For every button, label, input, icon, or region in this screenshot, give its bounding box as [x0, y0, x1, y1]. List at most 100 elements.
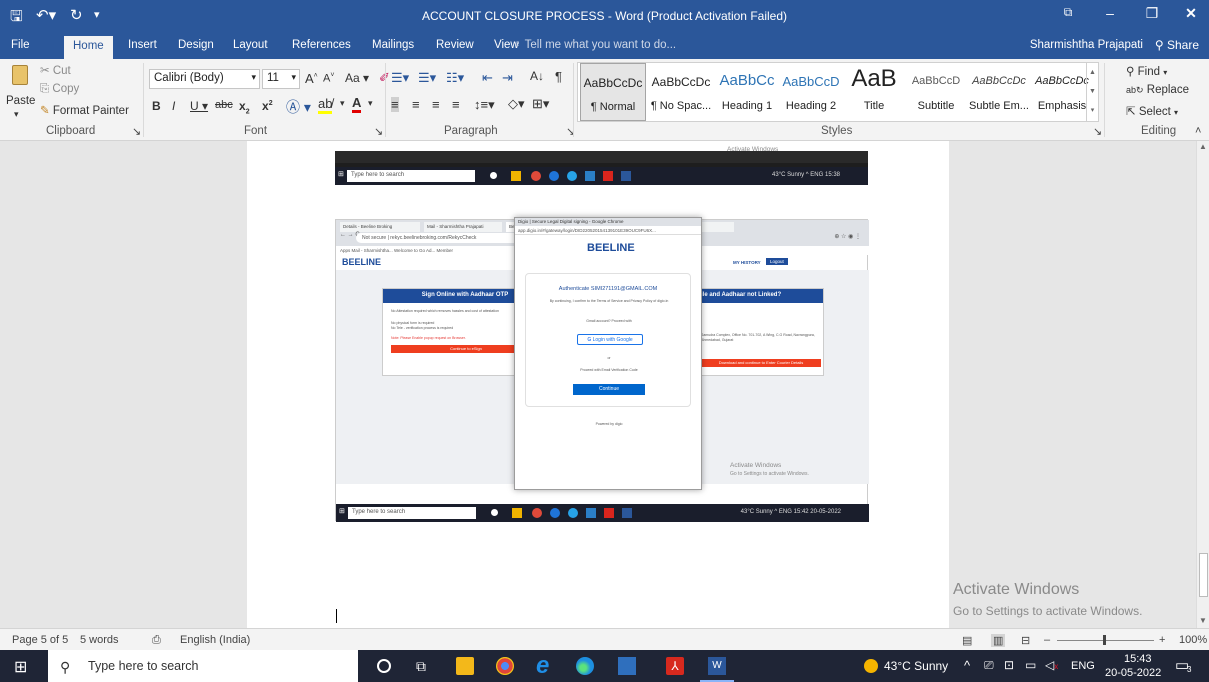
restore-icon[interactable]: ❐: [1137, 5, 1167, 22]
account-name[interactable]: Sharmishtha Prajapati: [1030, 39, 1143, 51]
paste-button[interactable]: Paste ▾: [4, 63, 36, 121]
align-left-icon[interactable]: ≡: [391, 97, 399, 112]
photos-icon[interactable]: [618, 657, 636, 675]
scroll-up-icon[interactable]: ▲: [1087, 63, 1098, 82]
sun-icon[interactable]: [864, 659, 878, 673]
acrobat-icon[interactable]: ⅄: [666, 657, 684, 675]
vertical-scrollbar[interactable]: ▲ ▼: [1196, 141, 1209, 628]
style-heading-1[interactable]: AaBbCc Heading 1: [714, 63, 780, 121]
volume-muted-icon[interactable]: ◁x: [1045, 658, 1058, 672]
font-size-select[interactable]: 11 ▾: [262, 69, 300, 89]
justify-icon[interactable]: ≡: [452, 97, 460, 112]
superscript-icon[interactable]: x2: [262, 99, 273, 113]
format-painter-button[interactable]: ✎ Format Painter: [40, 103, 129, 117]
italic-icon[interactable]: I: [172, 99, 175, 113]
styles-scroll[interactable]: ▲ ▼ ▾: [1086, 63, 1098, 121]
zoom-level[interactable]: 100%: [1179, 634, 1207, 646]
print-layout-icon[interactable]: ▥: [991, 634, 1006, 647]
share-button[interactable]: ⚲ Share: [1155, 38, 1199, 52]
scroll-down-icon[interactable]: ▼: [1199, 616, 1207, 625]
bold-icon[interactable]: B: [152, 99, 161, 113]
scroll-up-icon[interactable]: ▲: [1199, 142, 1207, 151]
tray-app-icon[interactable]: ⎚: [984, 658, 994, 673]
battery-icon[interactable]: ▭: [1025, 658, 1036, 672]
replace-button[interactable]: ab↻ Replace: [1126, 84, 1189, 96]
tab-review[interactable]: Review: [436, 39, 474, 51]
underline-icon[interactable]: U ▾: [190, 99, 208, 113]
start-windows-icon[interactable]: ⊞: [14, 657, 27, 677]
close-icon[interactable]: ✕: [1176, 5, 1206, 22]
tab-mailings[interactable]: Mailings: [372, 39, 414, 51]
zoom-slider-thumb[interactable]: [1103, 635, 1106, 645]
show-formatting-icon[interactable]: ¶: [555, 69, 562, 84]
more-styles-icon[interactable]: ▾: [1087, 101, 1098, 120]
highlight-icon[interactable]: ab̸: [318, 97, 333, 114]
word-count[interactable]: 5 words: [80, 634, 119, 646]
shading-icon[interactable]: ◇▾: [508, 96, 525, 112]
numbering-icon[interactable]: ☰▾: [418, 70, 436, 86]
proofing-icon[interactable]: ⎙: [152, 634, 161, 647]
taskbar-date[interactable]: 20-05-2022: [1105, 667, 1161, 679]
document-page[interactable]: Activate Windows ⊞ Type here to search 4…: [247, 141, 949, 628]
network-icon[interactable]: ⊡: [1004, 658, 1014, 672]
chrome-icon[interactable]: [496, 657, 514, 675]
zoom-in-icon[interactable]: +: [1159, 634, 1165, 646]
embedded-screenshot-1[interactable]: Activate Windows ⊞ Type here to search 4…: [335, 146, 868, 185]
taskbar-time[interactable]: 15:43: [1124, 653, 1152, 665]
find-button[interactable]: ⚲ Find ▾: [1126, 64, 1167, 78]
select-button[interactable]: ⇱ Select ▾: [1126, 104, 1178, 118]
font-launcher-icon[interactable]: ↘: [374, 125, 383, 138]
embedded-screenshot-2[interactable]: Details - Beeline Broking Mail - Sharmis…: [335, 217, 869, 522]
language-indicator[interactable]: English (India): [180, 634, 250, 646]
zoom-slider[interactable]: [1057, 635, 1154, 645]
taskbar-lang[interactable]: ENG: [1071, 660, 1095, 672]
tab-insert[interactable]: Insert: [128, 39, 157, 51]
cut-button[interactable]: ✂ Cut: [40, 63, 71, 77]
bullets-icon[interactable]: ☰▾: [391, 70, 409, 86]
edge-icon[interactable]: [576, 657, 594, 675]
scrollbar-thumb[interactable]: [1199, 553, 1208, 597]
internet-explorer-icon[interactable]: e: [536, 652, 549, 680]
strikethrough-icon[interactable]: abc: [215, 99, 233, 111]
style-heading-2[interactable]: AaBbCcD Heading 2: [778, 63, 844, 121]
tab-references[interactable]: References: [292, 39, 351, 51]
borders-icon[interactable]: ⊞▾: [532, 96, 549, 112]
chevron-down-icon[interactable]: ▾: [368, 98, 373, 109]
style-subtle-emphasis[interactable]: AaBbCcDc Subtle Em...: [966, 63, 1032, 121]
style-subtitle[interactable]: AaBbCcD Subtitle: [903, 63, 969, 121]
tab-layout[interactable]: Layout: [233, 39, 268, 51]
zoom-out-icon[interactable]: –: [1044, 634, 1050, 646]
scroll-down-icon[interactable]: ▼: [1087, 82, 1098, 101]
chevron-down-icon[interactable]: ▾: [340, 98, 345, 109]
decrease-indent-icon[interactable]: ⇤: [482, 70, 493, 86]
word-taskbar-icon[interactable]: W: [708, 657, 726, 675]
sort-icon[interactable]: A↓: [530, 69, 544, 83]
styles-launcher-icon[interactable]: ↘: [1093, 125, 1102, 138]
tell-me-box[interactable]: ♀ Tell me what you want to do...: [513, 39, 676, 51]
tab-home[interactable]: Home: [64, 36, 113, 59]
multilevel-list-icon[interactable]: ☷▾: [446, 70, 464, 86]
style-normal[interactable]: AaBbCcDc ¶ Normal: [580, 63, 646, 121]
font-color-icon[interactable]: A: [352, 96, 362, 113]
ribbon-display-options-icon[interactable]: ⧉: [1053, 5, 1083, 20]
collapse-ribbon-icon[interactable]: ˄: [1195, 125, 1201, 137]
style-no-spacing[interactable]: AaBbCcDc ¶ No Spac...: [648, 63, 714, 121]
web-layout-icon[interactable]: ⊟: [1021, 634, 1030, 647]
text-effects-icon[interactable]: Ⓐ ▾: [286, 97, 311, 117]
align-right-icon[interactable]: ≡: [432, 97, 440, 112]
taskbar-search-box[interactable]: ⚲ Type here to search: [48, 650, 358, 682]
shrink-font-icon[interactable]: A˅: [323, 72, 334, 85]
show-hidden-icons-icon[interactable]: ^: [964, 658, 970, 673]
increase-indent-icon[interactable]: ⇥: [502, 70, 513, 86]
subscript-icon[interactable]: x2: [239, 99, 250, 115]
font-family-select[interactable]: Calibri (Body) ▾: [149, 69, 260, 89]
page-count[interactable]: Page 5 of 5: [12, 634, 68, 646]
grow-font-icon[interactable]: A˄: [305, 71, 318, 86]
clipboard-launcher-icon[interactable]: ↘: [132, 125, 141, 138]
task-view-icon[interactable]: ⧉: [416, 658, 426, 675]
align-center-icon[interactable]: ≡: [412, 97, 420, 112]
file-explorer-icon[interactable]: [456, 657, 474, 675]
taskbar-weather[interactable]: 43°C Sunny: [884, 659, 948, 673]
style-title[interactable]: AaB Title: [841, 63, 907, 121]
line-spacing-icon[interactable]: ↕≡▾: [474, 97, 495, 113]
